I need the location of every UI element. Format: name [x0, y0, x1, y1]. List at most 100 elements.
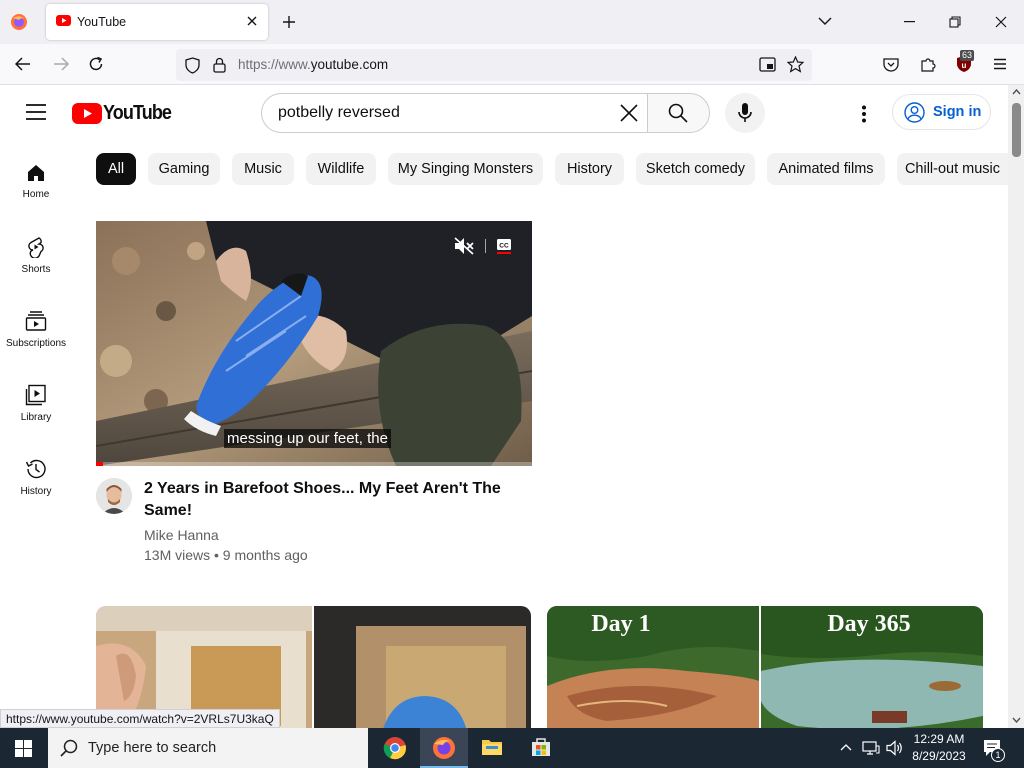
muted-volume-icon[interactable]	[454, 237, 474, 255]
guide-label-subscriptions: Subscriptions	[5, 338, 67, 349]
volume-icon[interactable]	[886, 740, 904, 756]
windows-start-icon[interactable]	[15, 740, 32, 757]
voice-search-button[interactable]	[725, 93, 765, 133]
guide-label-home: Home	[22, 189, 50, 200]
history-icon	[25, 459, 46, 479]
notification-count-badge: 1	[991, 748, 1005, 762]
bookmark-star-icon[interactable]	[787, 56, 804, 73]
url-text[interactable]: https://www.youtube.com	[238, 57, 388, 72]
extensions-puzzle-icon[interactable]	[920, 56, 937, 73]
new-tab-icon[interactable]	[282, 15, 296, 29]
guide-menu-icon[interactable]	[26, 104, 46, 120]
taskbar-search-placeholder: Type here to search	[88, 740, 217, 756]
taskbar-clock-time[interactable]: 12:29 AM	[908, 732, 970, 746]
svg-text:u: u	[962, 61, 967, 70]
thumb-day365-label: Day 365	[827, 611, 910, 637]
closed-captions-icon[interactable]: CC	[496, 238, 512, 254]
home-icon	[28, 165, 44, 181]
chrome-taskbar-icon[interactable]	[383, 736, 407, 760]
thumbnail-pond-image: Day 1 Day 365	[547, 606, 983, 728]
forward-arrow-icon[interactable]	[53, 57, 69, 71]
subscriptions-icon	[25, 311, 47, 331]
video-metadata: 13M views • 9 months ago	[144, 547, 308, 563]
taskbar-clock-date[interactable]: 8/29/2023	[908, 749, 970, 763]
picture-in-picture-icon[interactable]	[759, 57, 776, 72]
controls-divider	[485, 239, 486, 253]
svg-text:CC: CC	[499, 243, 509, 250]
chip-history[interactable]: History	[555, 153, 624, 185]
chip-gaming[interactable]: Gaming	[148, 153, 220, 185]
chip-sketch-comedy[interactable]: Sketch comedy	[636, 153, 755, 185]
close-window-icon[interactable]	[995, 16, 1007, 28]
pocket-icon[interactable]	[883, 57, 899, 72]
taskbar-search-box[interactable]: Type here to search	[48, 728, 368, 768]
guide-label-shorts: Shorts	[21, 264, 51, 275]
firefox-taskbar-button[interactable]	[420, 728, 468, 768]
channel-avatar-image	[96, 478, 132, 514]
video-title[interactable]: 2 Years in Barefoot Shoes... My Feet Are…	[144, 478, 524, 522]
youtube-page: YouTube potbelly reversed Sign in All Ga…	[0, 85, 1008, 728]
guide-item-history[interactable]: History	[0, 458, 72, 497]
featured-video-player[interactable]: CC messing up our feet, the	[96, 221, 532, 466]
search-input[interactable]: potbelly reversed	[261, 93, 647, 133]
scroll-down-arrow-icon[interactable]	[1012, 717, 1021, 723]
close-tab-icon[interactable]	[246, 15, 258, 27]
show-hidden-icons-chevron-icon[interactable]	[840, 743, 852, 751]
url-prefix: https://www.	[238, 57, 311, 72]
back-arrow-icon[interactable]	[15, 57, 31, 71]
guide-item-subscriptions[interactable]: Subscriptions	[0, 310, 72, 349]
list-tabs-chevron-icon[interactable]	[818, 16, 832, 26]
address-bar[interactable]: https://www.youtube.com	[176, 49, 812, 81]
microsoft-store-taskbar-icon[interactable]	[530, 736, 552, 758]
browser-tab-youtube[interactable]: YouTube	[46, 4, 268, 40]
video-progress-fill	[96, 462, 103, 466]
guide-label-history: History	[20, 486, 52, 497]
chip-chill-out-music[interactable]: Chill-out music	[897, 153, 1008, 185]
app-menu-hamburger-icon[interactable]	[993, 58, 1007, 70]
firefox-taskbar-icon	[432, 736, 456, 760]
video-thumbnail-pond[interactable]: Day 1 Day 365	[547, 606, 983, 728]
channel-avatar[interactable]	[96, 478, 132, 514]
account-circle-icon	[904, 102, 925, 123]
clear-search-icon[interactable]	[620, 104, 638, 122]
guide-item-home[interactable]: Home	[0, 163, 72, 200]
page-scrollbar[interactable]	[1008, 85, 1024, 728]
youtube-play-logo-icon	[72, 103, 102, 124]
scrollbar-thumb[interactable]	[1012, 103, 1021, 157]
chip-all[interactable]: All	[96, 153, 136, 185]
link-status-bar: https://www.youtube.com/watch?v=2VRLs7U3…	[0, 709, 280, 728]
tab-title: YouTube	[77, 15, 127, 29]
settings-more-icon[interactable]	[861, 105, 867, 123]
tracking-protection-shield-icon[interactable]	[185, 57, 200, 74]
url-domain: youtube.com	[310, 57, 389, 72]
search-icon	[668, 103, 688, 123]
windows-taskbar: Type here to search 12:29 AM 8/29/2023 1	[0, 728, 1024, 768]
firefox-menu-icon[interactable]	[10, 13, 28, 31]
video-caption: messing up our feet, the	[224, 429, 391, 448]
guide-label-library: Library	[20, 412, 52, 423]
scroll-up-arrow-icon[interactable]	[1012, 89, 1021, 95]
guide-item-library[interactable]: Library	[0, 384, 72, 423]
shorts-icon	[28, 237, 44, 258]
tab-strip: YouTube	[0, 0, 1024, 44]
taskbar-search-icon	[60, 739, 78, 757]
lock-icon[interactable]	[213, 57, 226, 73]
minimize-window-icon[interactable]	[904, 21, 916, 23]
sign-in-button[interactable]: Sign in	[892, 94, 991, 130]
file-explorer-taskbar-icon[interactable]	[481, 737, 503, 757]
restore-window-icon[interactable]	[949, 16, 961, 28]
library-icon	[25, 384, 46, 406]
video-progress-bar[interactable]	[96, 462, 532, 466]
youtube-logo[interactable]: YouTube	[72, 102, 179, 125]
network-icon[interactable]	[862, 740, 880, 756]
chip-animated-films[interactable]: Animated films	[767, 153, 885, 185]
chip-my-singing-monsters[interactable]: My Singing Monsters	[388, 153, 543, 185]
guide-item-shorts[interactable]: Shorts	[0, 236, 72, 275]
chip-wildlife[interactable]: Wildlife	[306, 153, 376, 185]
search-button[interactable]	[647, 93, 710, 133]
reload-icon[interactable]	[88, 56, 104, 72]
video-channel-name[interactable]: Mike Hanna	[144, 527, 219, 543]
browser-toolbar: https://www.youtube.com u 63	[0, 44, 1024, 85]
chip-music[interactable]: Music	[232, 153, 294, 185]
search-query-text: potbelly reversed	[278, 104, 400, 121]
